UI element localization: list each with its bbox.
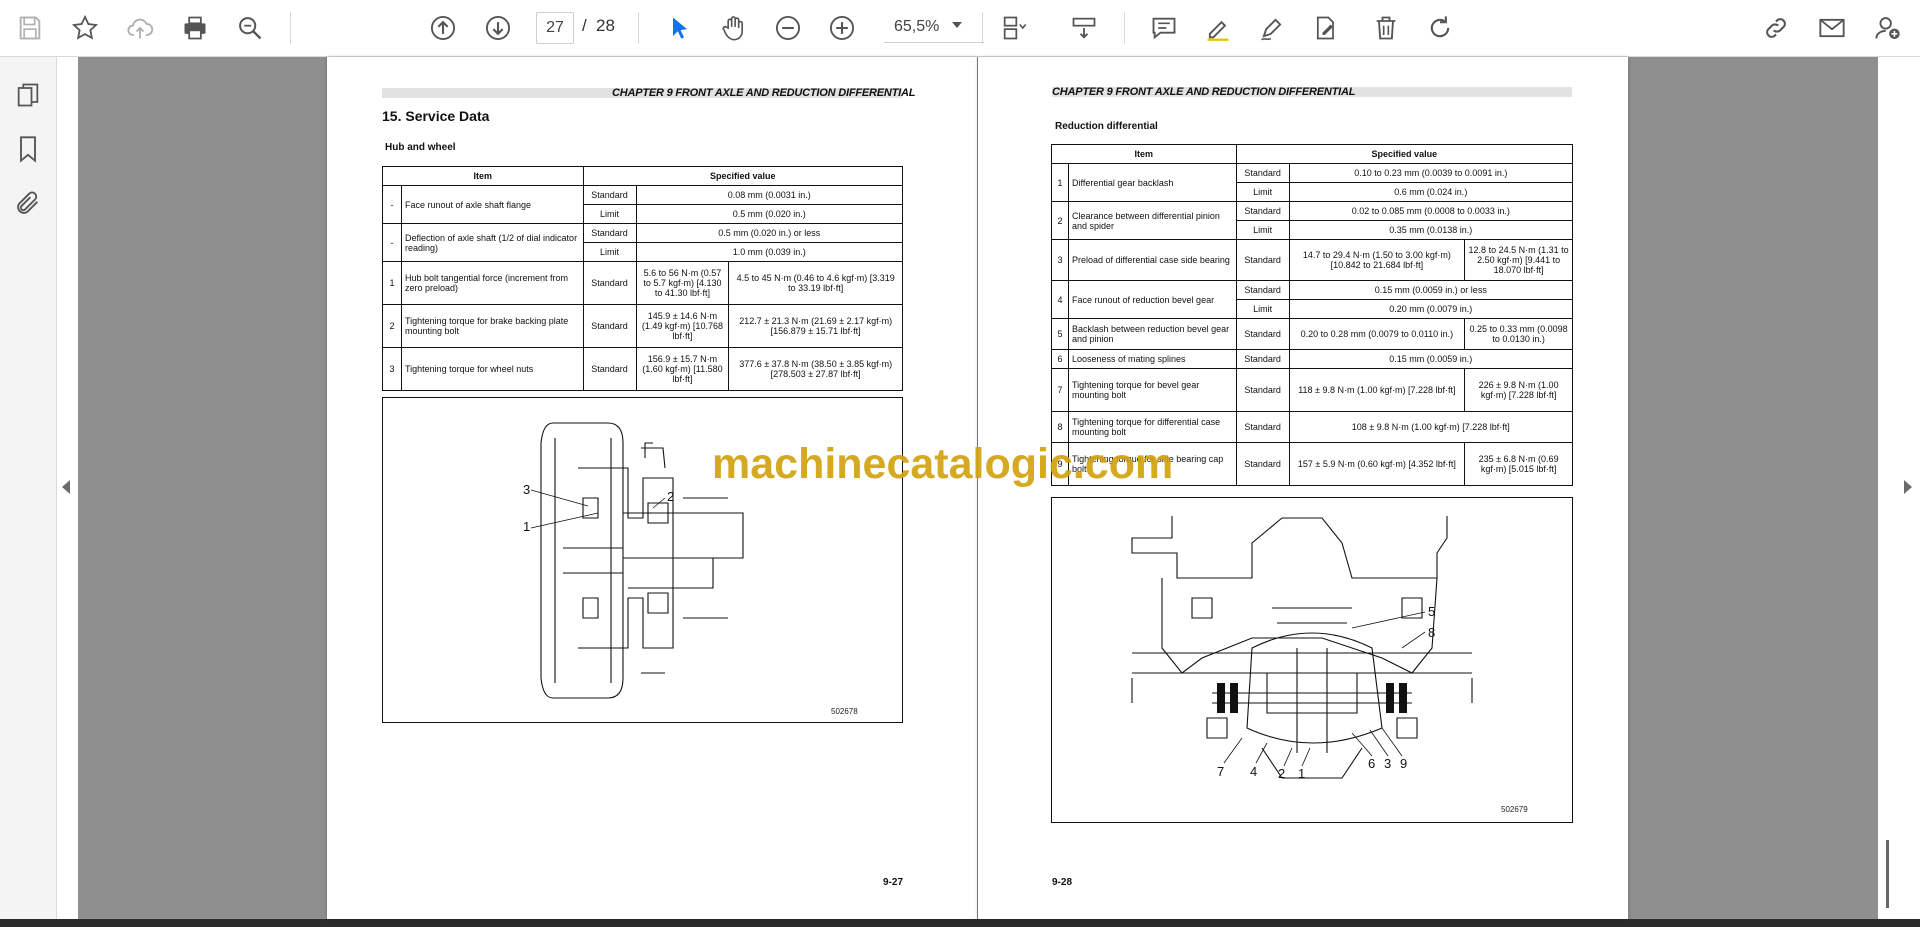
zoom-out-icon[interactable] <box>770 10 806 46</box>
bookmark-star-icon[interactable] <box>67 10 103 46</box>
right-side-strip <box>1878 57 1920 919</box>
table-row: 3 Tightening torque for wheel nuts Stand… <box>382 347 903 391</box>
table-row: 5 Backlash between reduction bevel gear … <box>1051 318 1573 350</box>
callout-label: 3 <box>1384 756 1391 771</box>
email-icon[interactable] <box>1814 10 1850 46</box>
comment-icon[interactable] <box>1146 10 1182 46</box>
bottom-bar <box>0 919 1920 927</box>
chevron-left-icon[interactable] <box>62 480 70 494</box>
page-up-icon[interactable] <box>425 10 461 46</box>
header-item: Item <box>382 166 584 186</box>
reduction-differential-figure: 5 8 7 4 2 1 6 3 9 <box>1051 497 1573 823</box>
page-number: 9-27 <box>883 877 904 888</box>
draw-pen-icon[interactable] <box>1254 10 1290 46</box>
header-item: Item <box>1051 144 1237 164</box>
callout-label: 2 <box>667 489 674 504</box>
print-icon[interactable] <box>177 10 213 46</box>
page-number: 9-28 <box>1052 877 1073 888</box>
share-link-icon[interactable] <box>1758 10 1794 46</box>
table-row: 6 Looseness of mating splines Standard 0… <box>1051 349 1574 369</box>
table-row: - Deflection of axle shaft (1/2 of dial … <box>382 223 904 262</box>
header-value: Specified value <box>582 166 904 186</box>
callout-label: 6 <box>1368 756 1375 771</box>
differential-drawing: 5 8 7 4 2 1 6 3 9 <box>1131 516 1473 781</box>
pages-icon[interactable] <box>10 77 46 113</box>
rotate-icon[interactable] <box>1422 10 1458 46</box>
table-row: 4 Face runout of reduction bevel gear St… <box>1051 280 1574 319</box>
table-row: 1 Hub bolt tangential force (increment f… <box>382 261 903 305</box>
bookmarks-icon[interactable] <box>10 131 46 167</box>
callout-label: 3 <box>523 482 530 497</box>
chevron-down-icon[interactable] <box>952 22 962 28</box>
callout-label: 1 <box>1298 766 1305 781</box>
figure-id: 502679 <box>1501 805 1528 814</box>
highlight-pen-icon[interactable] <box>1200 10 1236 46</box>
page-separator: / <box>582 16 587 35</box>
attachments-icon[interactable] <box>10 185 46 221</box>
table-row: 2 Clearance between differential pinion … <box>1051 201 1574 240</box>
table-row: 7 Tightening torque for bevel gear mount… <box>1051 368 1573 412</box>
chapter-heading: CHAPTER 9 FRONT AXLE AND REDUCTION DIFFE… <box>612 87 916 99</box>
callout-label: 2 <box>1278 766 1285 781</box>
navigation-panel <box>0 57 57 927</box>
scroll-mode-icon[interactable] <box>1066 10 1102 46</box>
section-title: 15. Service Data <box>382 108 490 124</box>
reduction-differential-table: Item Specified value 1 Differential gear… <box>1051 144 1574 486</box>
page-number-input[interactable]: 27 <box>536 12 574 44</box>
callout-label: 7 <box>1217 764 1224 779</box>
table-row: 2 Tightening torque for brake backing pl… <box>382 304 903 348</box>
page-fit-icon[interactable] <box>996 10 1032 46</box>
zoom-search-icon[interactable] <box>232 10 268 46</box>
page-down-icon[interactable] <box>480 10 516 46</box>
save-icon[interactable] <box>12 10 48 46</box>
callout-label: 8 <box>1428 625 1435 640</box>
user-add-icon[interactable] <box>1870 10 1906 46</box>
table-row: 1 Differential gear backlash Standard 0.… <box>1051 163 1574 202</box>
subsection-title: Reduction differential <box>1055 121 1158 132</box>
cloud-upload-icon[interactable] <box>122 10 158 46</box>
vertical-scrollbar[interactable] <box>1886 840 1889 908</box>
table-row: - Face runout of axle shaft flange Stand… <box>382 185 904 224</box>
hand-tool-icon[interactable] <box>716 10 752 46</box>
hub-wheel-table: Item Specified value - Face runout of ax… <box>382 166 904 391</box>
header-value: Specified value <box>1235 144 1574 164</box>
callout-label: 5 <box>1428 604 1435 619</box>
toolbar: 27 / 28 65,5% <box>0 0 1920 57</box>
delete-icon[interactable] <box>1368 10 1404 46</box>
fill-sign-icon[interactable] <box>1308 10 1344 46</box>
figure-id: 502678 <box>831 707 858 716</box>
callout-label: 9 <box>1400 756 1407 771</box>
select-cursor-icon[interactable] <box>662 10 698 46</box>
table-row: 8 Tightening torque for differential cas… <box>1051 411 1574 443</box>
callout-label: 1 <box>523 519 530 534</box>
table-row: 3 Preload of differential case side bear… <box>1051 239 1573 281</box>
subsection-title: Hub and wheel <box>385 142 456 153</box>
chapter-heading: CHAPTER 9 FRONT AXLE AND REDUCTION DIFFE… <box>1052 86 1356 98</box>
callout-leader <box>530 489 589 507</box>
zoom-level-dropdown[interactable]: 65,5% <box>884 12 984 43</box>
page-total: 28 <box>596 16 615 35</box>
callout-label: 4 <box>1250 764 1257 779</box>
watermark-text: machinecatalogic.com <box>712 440 1174 488</box>
zoom-in-icon[interactable] <box>824 10 860 46</box>
chevron-right-icon[interactable] <box>1904 480 1912 494</box>
